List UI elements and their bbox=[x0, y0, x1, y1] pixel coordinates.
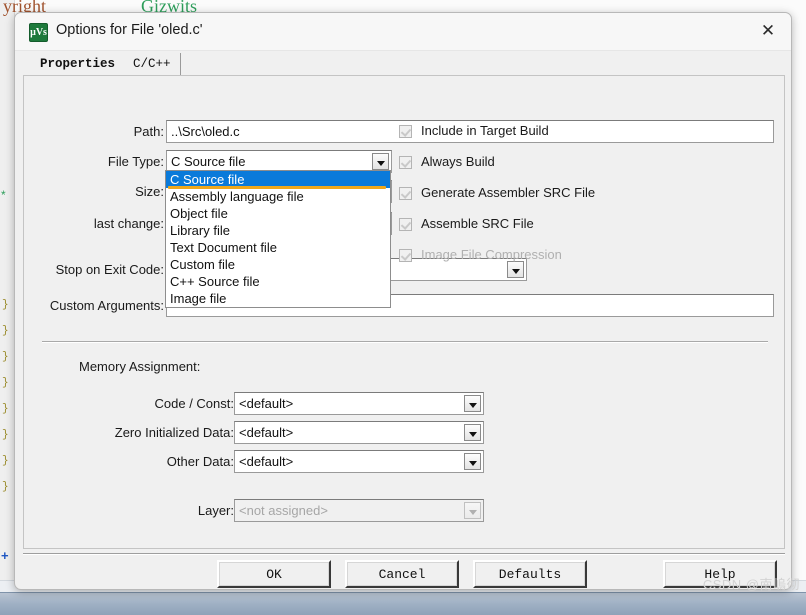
dropdown-option-cpp-source-file[interactable]: C++ Source file bbox=[166, 273, 390, 290]
section-divider bbox=[42, 341, 768, 343]
code-const-label: Code / Const: bbox=[154, 396, 235, 411]
chevron-down-icon[interactable] bbox=[507, 261, 524, 278]
zero-initialized-data-label: Zero Initialized Data: bbox=[114, 425, 234, 440]
annotation-underline bbox=[168, 186, 386, 189]
checkmark-icon bbox=[399, 156, 412, 169]
other-data-value: <default> bbox=[239, 454, 294, 469]
checkbox-label: Generate Assembler SRC File bbox=[421, 185, 596, 200]
dialog-title: Options for File 'oled.c' bbox=[56, 22, 203, 38]
stop-on-exit-code-label: Stop on Exit Code: bbox=[55, 262, 164, 277]
gutter-brace: } bbox=[2, 481, 9, 493]
checkbox-label: Image File Compression bbox=[421, 247, 562, 262]
gutter-brace: } bbox=[2, 325, 9, 337]
checkmark-icon bbox=[399, 218, 412, 231]
uvision-icon: µVs bbox=[29, 23, 48, 42]
other-data-label: Other Data: bbox=[166, 454, 234, 469]
close-icon[interactable]: ✕ bbox=[745, 13, 791, 49]
other-data-combo[interactable]: <default> bbox=[234, 450, 484, 473]
layer-combo: <not assigned> bbox=[234, 499, 484, 522]
file-type-combo-value: C Source file bbox=[171, 154, 246, 169]
checkbox-label: Always Build bbox=[421, 154, 495, 169]
path-label: Path: bbox=[133, 124, 164, 139]
gutter-brace: } bbox=[2, 403, 9, 415]
checkmark-icon bbox=[399, 187, 412, 200]
last-change-label: last change: bbox=[93, 216, 164, 231]
zero-initialized-data-combo[interactable]: <default> bbox=[234, 421, 484, 444]
chevron-down-icon[interactable] bbox=[372, 153, 389, 170]
layer-label: Layer: bbox=[197, 503, 234, 518]
options-for-file-dialog: µVs Options for File 'oled.c' ✕ Properti… bbox=[14, 12, 792, 590]
gutter-plus-glyph: + bbox=[1, 548, 9, 563]
ok-button[interactable]: OK bbox=[217, 560, 331, 588]
file-type-dropdown-list[interactable]: C Source file Assembly language file Obj… bbox=[165, 170, 391, 308]
gutter-brace: } bbox=[2, 455, 9, 467]
zero-initialized-data-value: <default> bbox=[239, 425, 294, 440]
dropdown-option-text-document-file[interactable]: Text Document file bbox=[166, 239, 390, 256]
editor-gutter: * } } } } } } } } + bbox=[0, 0, 15, 615]
chevron-down-icon bbox=[464, 502, 481, 519]
layer-value: <not assigned> bbox=[239, 503, 328, 518]
chevron-down-icon[interactable] bbox=[464, 453, 481, 470]
checkmark-icon bbox=[399, 249, 412, 262]
file-type-label: File Type: bbox=[107, 154, 164, 169]
dropdown-option-library-file[interactable]: Library file bbox=[166, 222, 390, 239]
gutter-brace: } bbox=[2, 377, 9, 389]
cancel-button[interactable]: Cancel bbox=[345, 560, 459, 588]
dropdown-option-image-file[interactable]: Image file bbox=[166, 290, 390, 307]
code-const-combo[interactable]: <default> bbox=[234, 392, 484, 415]
checkbox-label: Include in Target Build bbox=[421, 123, 549, 138]
checkbox-label: Assemble SRC File bbox=[421, 216, 534, 231]
chevron-down-icon[interactable] bbox=[464, 395, 481, 412]
dropdown-option-assembly-language-file[interactable]: Assembly language file bbox=[166, 188, 390, 205]
size-label: Size: bbox=[135, 184, 164, 199]
tab-c-cpp[interactable]: C/C++ bbox=[124, 53, 181, 76]
checkmark-icon bbox=[399, 125, 412, 138]
csdn-watermark: CSDN @南嵨彻 bbox=[702, 577, 800, 592]
tabstrip: Properties C/C++ bbox=[23, 53, 785, 76]
taskbar bbox=[0, 592, 806, 615]
dropdown-option-custom-file[interactable]: Custom file bbox=[166, 256, 390, 273]
defaults-button[interactable]: Defaults bbox=[473, 560, 587, 588]
chevron-down-icon[interactable] bbox=[464, 424, 481, 441]
footer-divider bbox=[23, 553, 785, 555]
custom-arguments-label: Custom Arguments: bbox=[49, 298, 164, 313]
gutter-star-glyph: * bbox=[1, 188, 6, 202]
properties-panel: Path: ..\Src\oled.c File Type: C Source … bbox=[23, 75, 785, 549]
dialog-titlebar: µVs Options for File 'oled.c' ✕ bbox=[15, 13, 791, 51]
gutter-brace: } bbox=[2, 429, 9, 441]
dropdown-option-object-file[interactable]: Object file bbox=[166, 205, 390, 222]
gutter-brace: } bbox=[2, 351, 9, 363]
memory-assignment-label: Memory Assignment: bbox=[79, 359, 201, 374]
gutter-brace: } bbox=[2, 299, 9, 311]
code-const-value: <default> bbox=[239, 396, 294, 411]
tab-properties[interactable]: Properties bbox=[31, 53, 126, 76]
